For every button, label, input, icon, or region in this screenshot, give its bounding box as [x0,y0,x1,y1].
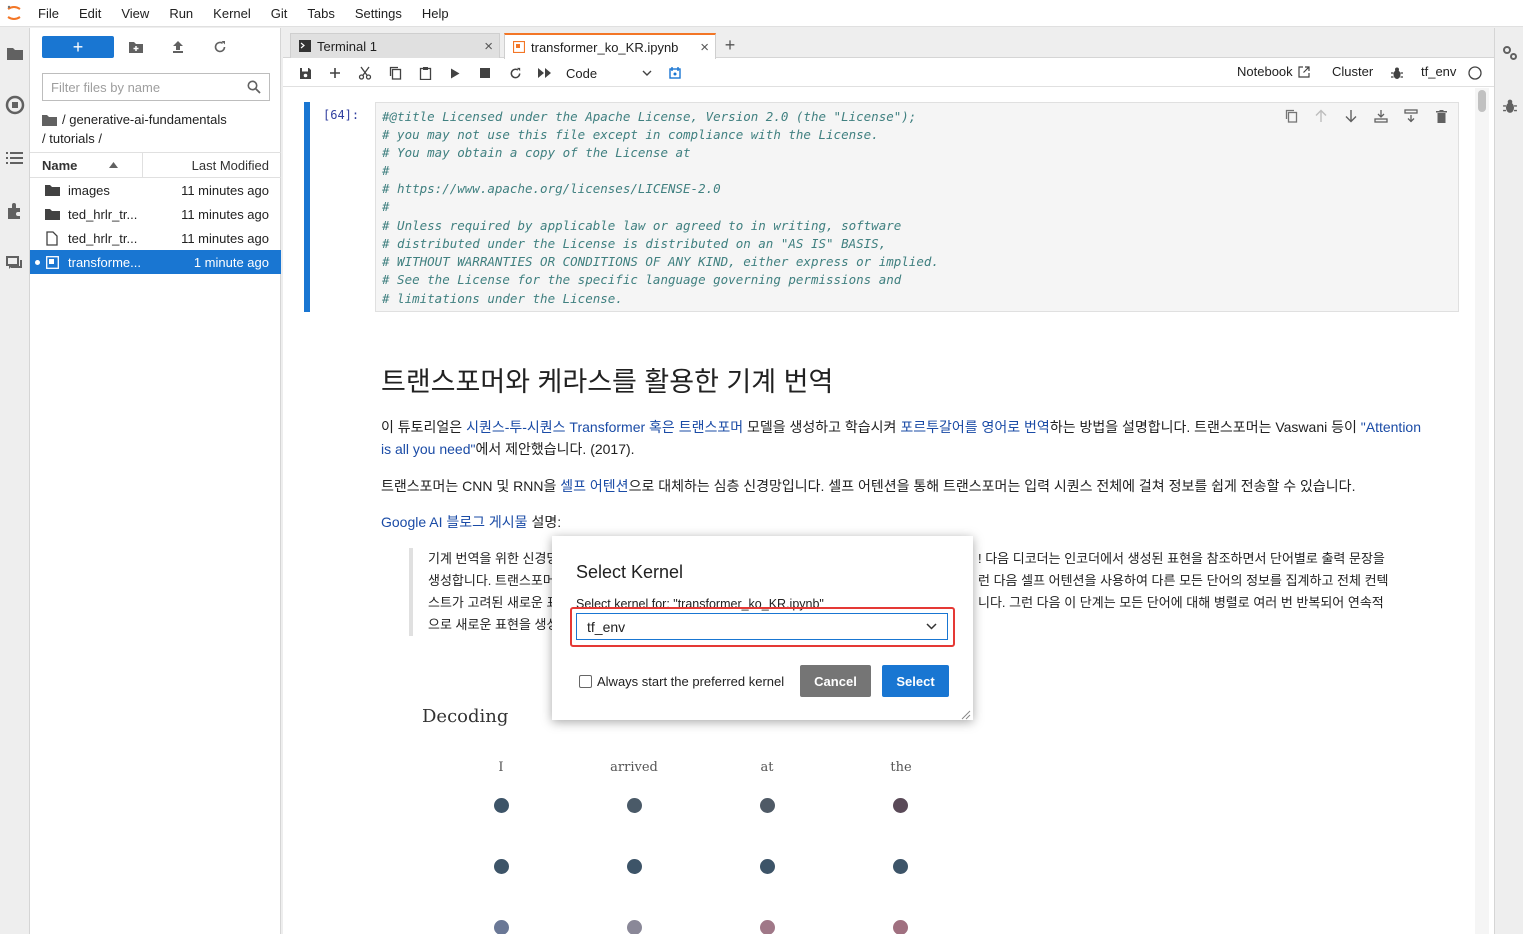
always-start-checkbox[interactable] [579,675,592,688]
always-start-label: Always start the preferred kernel [597,674,785,689]
dialog-title: Select Kernel [576,562,684,582]
annotation-highlight-box [570,607,955,647]
select-kernel-dialog: Select Kernel Select kernel for: "transf… [552,536,973,720]
modal-overlay [0,0,1523,934]
select-button[interactable]: Select [882,665,949,697]
cancel-button[interactable]: Cancel [800,665,871,697]
always-start-preferred-kernel-checkbox-row[interactable]: Always start the preferred kernel [579,674,784,689]
resize-handle-icon[interactable] [961,708,971,720]
